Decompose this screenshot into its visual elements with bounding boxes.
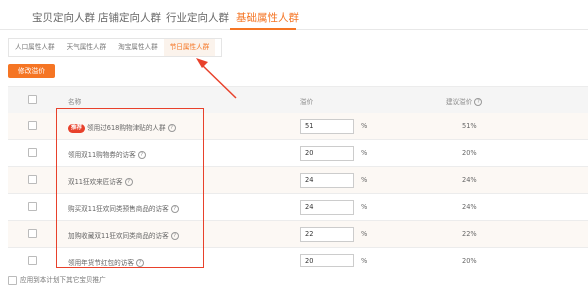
header-suggested: 建议溢价? bbox=[446, 96, 483, 106]
suggested-premium: 51% bbox=[462, 122, 477, 130]
subtab-festival[interactable]: 节日属性人群 bbox=[163, 39, 216, 56]
help-icon[interactable]: ? bbox=[474, 98, 483, 106]
subtab-weather[interactable]: 天气属性人群 bbox=[60, 39, 113, 56]
row-checkbox[interactable] bbox=[28, 148, 37, 157]
suggested-premium: 20% bbox=[462, 149, 477, 157]
premium-input[interactable]: 51 bbox=[300, 119, 354, 134]
row-checkbox[interactable] bbox=[28, 229, 37, 238]
suggested-premium: 20% bbox=[462, 257, 477, 265]
apply-all-label: 应用到本计划下其它宝贝推广 bbox=[20, 276, 106, 284]
suggested-premium: 24% bbox=[462, 203, 477, 211]
header-name: 名称 bbox=[68, 98, 82, 106]
percent-unit: % bbox=[361, 257, 368, 265]
tab-store-audience[interactable]: 店铺定向人群 bbox=[98, 10, 161, 25]
premium-input[interactable]: 24 bbox=[300, 173, 354, 188]
select-all-checkbox[interactable] bbox=[28, 95, 37, 104]
premium-input[interactable]: 20 bbox=[300, 254, 354, 267]
apply-to-other-items[interactable]: 应用到本计划下其它宝贝推广 bbox=[8, 274, 106, 285]
apply-all-checkbox[interactable] bbox=[8, 275, 17, 285]
top-tab-bar: 宝贝定向人群 店铺定向人群 行业定向人群 基础属性人群 bbox=[0, 0, 588, 30]
header-suggested-label: 建议溢价 bbox=[446, 98, 473, 106]
percent-unit: % bbox=[361, 122, 368, 130]
premium-input[interactable]: 24 bbox=[300, 200, 354, 215]
percent-unit: % bbox=[361, 230, 368, 238]
row-checkbox[interactable] bbox=[28, 121, 37, 130]
tab-item-audience[interactable]: 宝贝定向人群 bbox=[32, 10, 95, 25]
percent-unit: % bbox=[361, 176, 368, 184]
premium-input[interactable]: 20 bbox=[300, 146, 354, 161]
subtab-demographic[interactable]: 人口属性人群 bbox=[9, 39, 61, 56]
suggested-premium: 22% bbox=[462, 230, 477, 238]
row-checkbox[interactable] bbox=[28, 202, 37, 211]
row-checkbox[interactable] bbox=[28, 256, 37, 265]
active-tab-indicator bbox=[230, 28, 296, 30]
suggested-premium: 24% bbox=[462, 176, 477, 184]
modify-premium-button[interactable]: 修改溢价 bbox=[8, 64, 55, 78]
header-premium: 溢价 bbox=[300, 98, 314, 106]
highlight-box bbox=[56, 108, 204, 268]
subtab-spacer bbox=[215, 39, 222, 56]
tab-basic-attribute-audience[interactable]: 基础属性人群 bbox=[236, 10, 299, 25]
sub-tab-bar: 人口属性人群 天气属性人群 淘宝属性人群 节日属性人群 bbox=[8, 38, 223, 57]
percent-unit: % bbox=[361, 149, 368, 157]
tab-industry-audience[interactable]: 行业定向人群 bbox=[166, 10, 229, 25]
subtab-taobao[interactable]: 淘宝属性人群 bbox=[112, 39, 164, 56]
premium-input[interactable]: 22 bbox=[300, 227, 354, 242]
row-checkbox[interactable] bbox=[28, 175, 37, 184]
percent-unit: % bbox=[361, 203, 368, 211]
